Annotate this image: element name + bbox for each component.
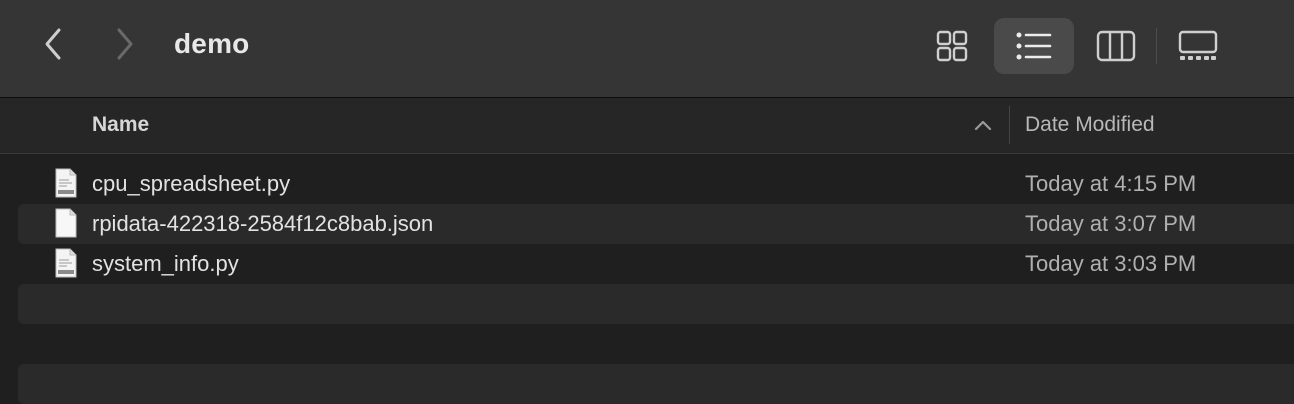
list-view-icon xyxy=(1016,32,1052,60)
icons-view-button[interactable] xyxy=(912,18,992,74)
column-separator[interactable] xyxy=(1009,106,1010,144)
file-date-modified: Today at 3:07 PM xyxy=(1025,211,1197,236)
columns-view-button[interactable] xyxy=(1076,18,1156,74)
file-name: rpidata-422318-2584f12c8bab.json xyxy=(92,211,434,236)
back-button[interactable] xyxy=(38,26,68,62)
gallery-view-button[interactable] xyxy=(1158,18,1238,74)
window-title: demo xyxy=(174,28,250,59)
file-row-system-info[interactable]: system_info.py Today at 3:03 PM xyxy=(18,244,1294,284)
finder-window: demo Name Date Modified cpu_spreadsheet.… xyxy=(0,0,1294,404)
column-header: Name Date Modified xyxy=(0,98,1294,154)
toolbar: demo xyxy=(0,0,1294,98)
gallery-view-icon xyxy=(1178,30,1218,60)
icons-view-icon xyxy=(936,30,968,62)
empty-row xyxy=(18,284,1294,324)
columns-view-icon xyxy=(1096,30,1136,62)
python-file-icon xyxy=(55,248,77,278)
python-file-icon xyxy=(55,168,77,198)
file-name: cpu_spreadsheet.py xyxy=(92,171,291,196)
name-column-header[interactable]: Name xyxy=(92,113,149,137)
chevron-right-icon xyxy=(117,28,133,60)
toolbar-divider xyxy=(1156,28,1157,64)
date-modified-column-header[interactable]: Date Modified xyxy=(1025,113,1155,137)
empty-row xyxy=(18,364,1294,404)
file-row-rpidata-json[interactable]: rpidata-422318-2584f12c8bab.json Today a… xyxy=(18,204,1294,244)
file-name: system_info.py xyxy=(92,251,239,276)
file-row-cpu-spreadsheet[interactable]: cpu_spreadsheet.py Today at 4:15 PM xyxy=(18,164,1294,204)
file-date-modified: Today at 4:15 PM xyxy=(1025,171,1197,196)
forward-button[interactable] xyxy=(110,26,140,62)
list-view-button[interactable] xyxy=(994,18,1074,74)
file-date-modified: Today at 3:03 PM xyxy=(1025,251,1197,276)
empty-row xyxy=(18,324,1294,364)
chevron-left-icon xyxy=(45,28,61,60)
json-file-icon xyxy=(55,208,77,238)
sort-ascending-icon[interactable] xyxy=(972,116,994,134)
